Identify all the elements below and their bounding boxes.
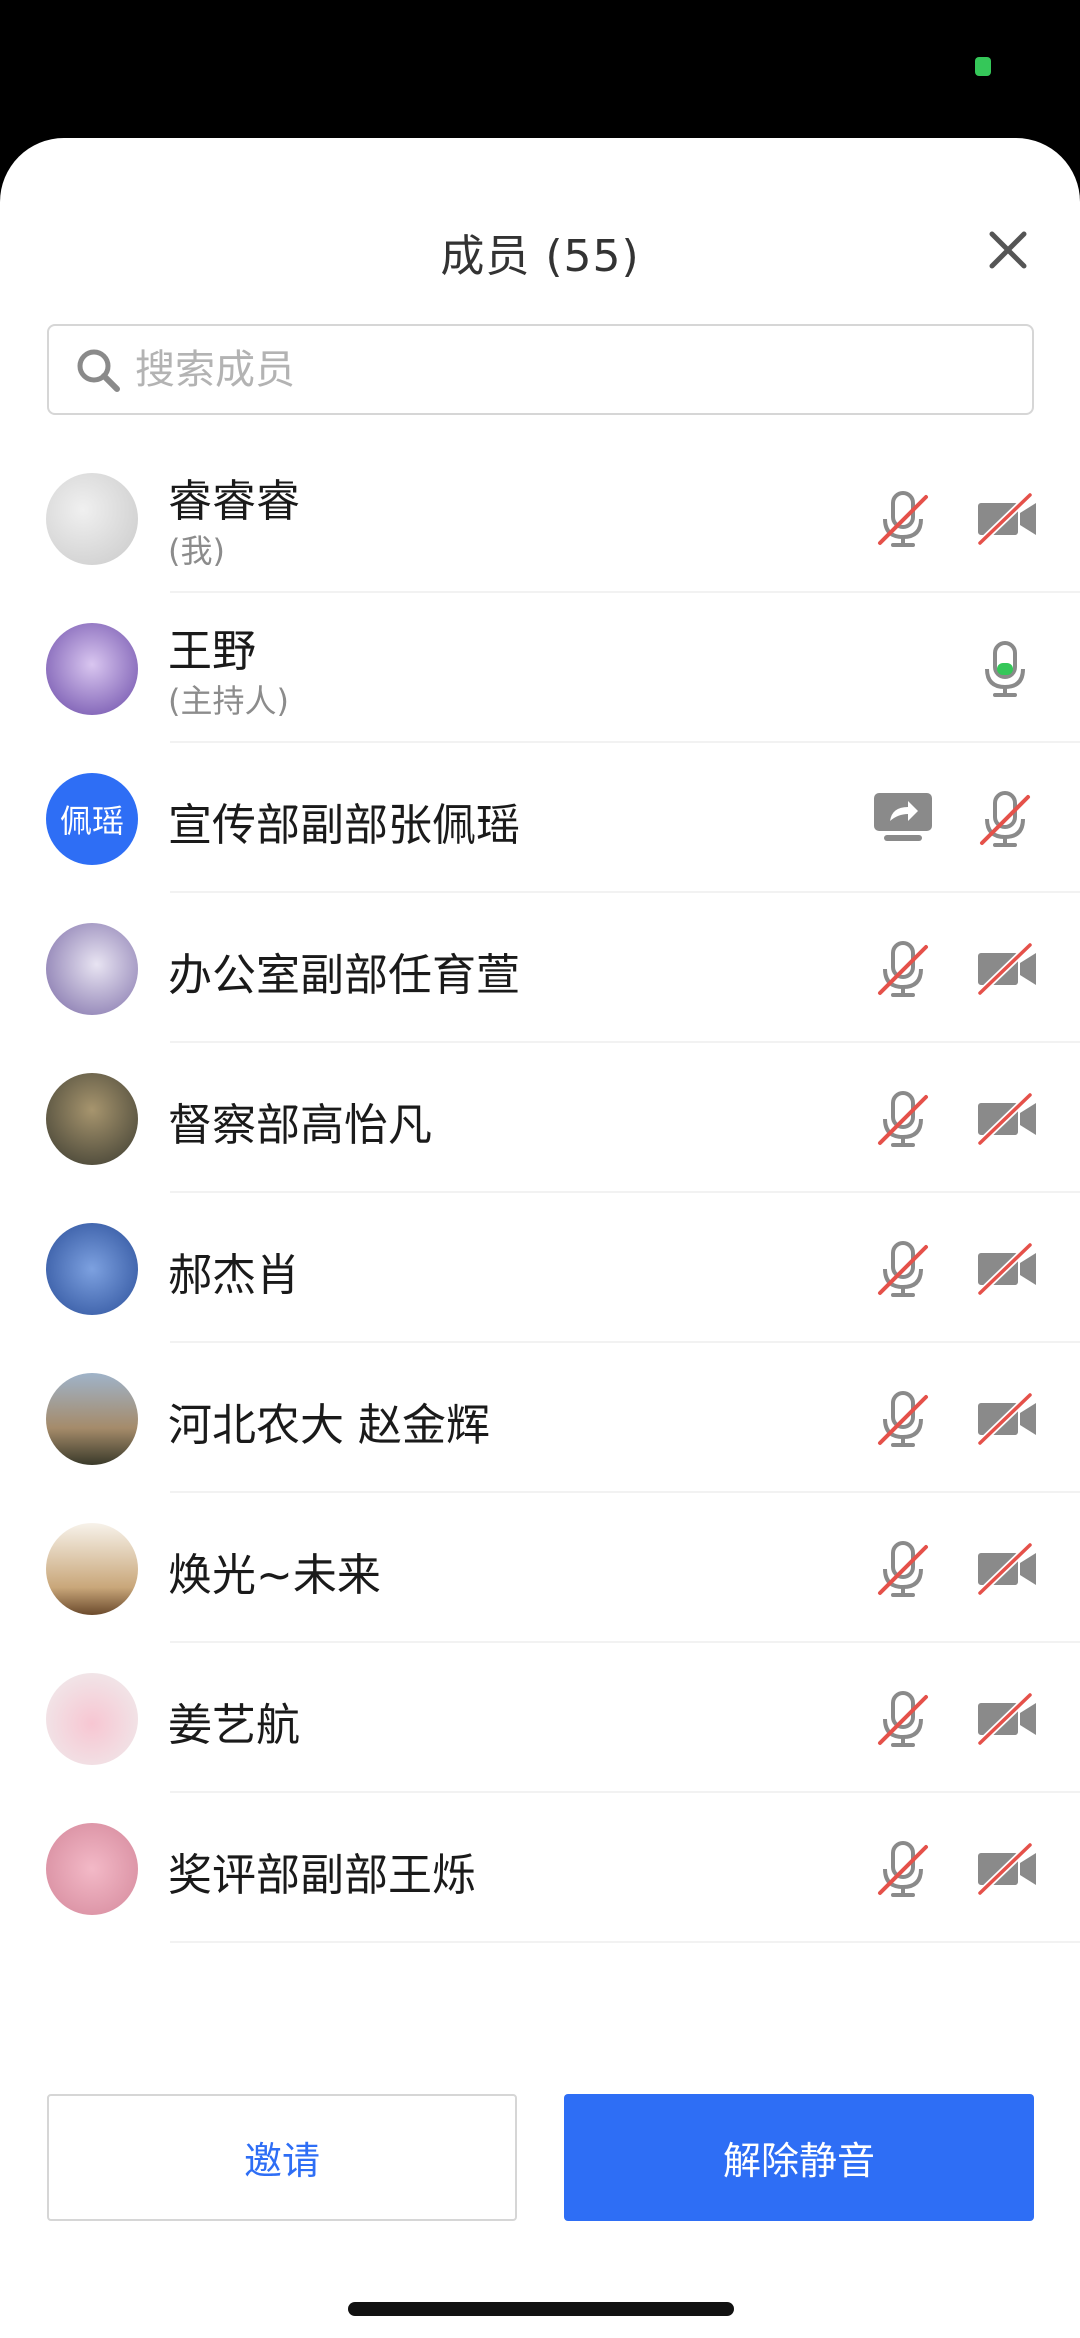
search-box[interactable]	[47, 324, 1034, 415]
member-row[interactable]: 奖评部副部王烁	[0, 1793, 1080, 1943]
status-indicator-icon	[975, 57, 991, 76]
member-row[interactable]: 督察部高怡凡	[0, 1043, 1080, 1193]
member-name: 奖评部副部王烁	[168, 1850, 476, 1901]
avatar	[46, 623, 138, 715]
camera-off-icon[interactable]	[972, 933, 1042, 1003]
member-row[interactable]: 王野 (主持人)	[0, 593, 1080, 743]
unmute-all-button[interactable]: 解除静音	[564, 2094, 1034, 2221]
status-bar	[0, 0, 1080, 140]
avatar	[46, 1823, 138, 1915]
close-icon[interactable]	[980, 222, 1036, 278]
search-input[interactable]	[135, 326, 1015, 413]
avatar	[46, 473, 138, 565]
member-name: 姜艺航	[168, 1700, 300, 1751]
avatar	[46, 1523, 138, 1615]
member-row[interactable]: 郝杰肖	[0, 1193, 1080, 1343]
camera-off-icon[interactable]	[972, 1833, 1042, 1903]
mic-muted-icon[interactable]	[868, 1533, 938, 1603]
camera-off-icon[interactable]	[972, 483, 1042, 553]
member-row[interactable]: 睿睿睿 (我)	[0, 443, 1080, 593]
member-row[interactable]: 河北农大 赵金辉	[0, 1343, 1080, 1493]
mic-muted-icon[interactable]	[868, 1383, 938, 1453]
member-role: (主持人)	[168, 682, 289, 720]
mic-active-icon[interactable]	[970, 633, 1040, 703]
member-name: 宣传部副部张佩瑶	[168, 800, 520, 851]
member-name: 办公室副部任育萱	[168, 950, 520, 1001]
member-name: 睿睿睿	[168, 476, 300, 527]
member-row[interactable]: 姜艺航	[0, 1643, 1080, 1793]
home-indicator	[348, 2302, 734, 2316]
member-row[interactable]: 佩瑶 宣传部副部张佩瑶	[0, 743, 1080, 893]
mic-muted-icon[interactable]	[868, 1833, 938, 1903]
avatar	[46, 1223, 138, 1315]
avatar	[46, 1073, 138, 1165]
member-name: 王野	[168, 626, 256, 677]
mic-muted-icon[interactable]	[868, 483, 938, 553]
avatar	[46, 1373, 138, 1465]
member-row[interactable]: 办公室副部任育萱	[0, 893, 1080, 1043]
page-title: 成员 (55)	[440, 231, 640, 282]
member-role: (我)	[168, 532, 225, 570]
member-list: 睿睿睿 (我) 王野 (主持人) 佩瑶 宣传部副部张佩瑶 办公室副部任育萱 督察部高怡凡 郝杰肖…	[0, 443, 1080, 2093]
screen-share-icon[interactable]	[868, 783, 938, 853]
mic-muted-icon[interactable]	[868, 1083, 938, 1153]
avatar	[46, 1673, 138, 1765]
camera-off-icon[interactable]	[972, 1533, 1042, 1603]
mic-muted-icon[interactable]	[868, 1233, 938, 1303]
member-row[interactable]: 焕光~未来	[0, 1493, 1080, 1643]
member-name: 焕光~未来	[168, 1550, 381, 1601]
member-name: 郝杰肖	[168, 1250, 300, 1301]
camera-off-icon[interactable]	[972, 1233, 1042, 1303]
camera-off-icon[interactable]	[972, 1683, 1042, 1753]
search-icon	[77, 349, 120, 392]
camera-off-icon[interactable]	[972, 1383, 1042, 1453]
member-name: 河北农大 赵金辉	[168, 1400, 490, 1451]
mic-muted-icon[interactable]	[868, 933, 938, 1003]
camera-off-icon[interactable]	[972, 1083, 1042, 1153]
avatar	[46, 923, 138, 1015]
invite-button[interactable]: 邀请	[47, 2094, 517, 2221]
member-name: 督察部高怡凡	[168, 1100, 432, 1151]
avatar: 佩瑶	[46, 773, 138, 865]
mic-muted-icon[interactable]	[970, 783, 1040, 853]
mic-muted-icon[interactable]	[868, 1683, 938, 1753]
